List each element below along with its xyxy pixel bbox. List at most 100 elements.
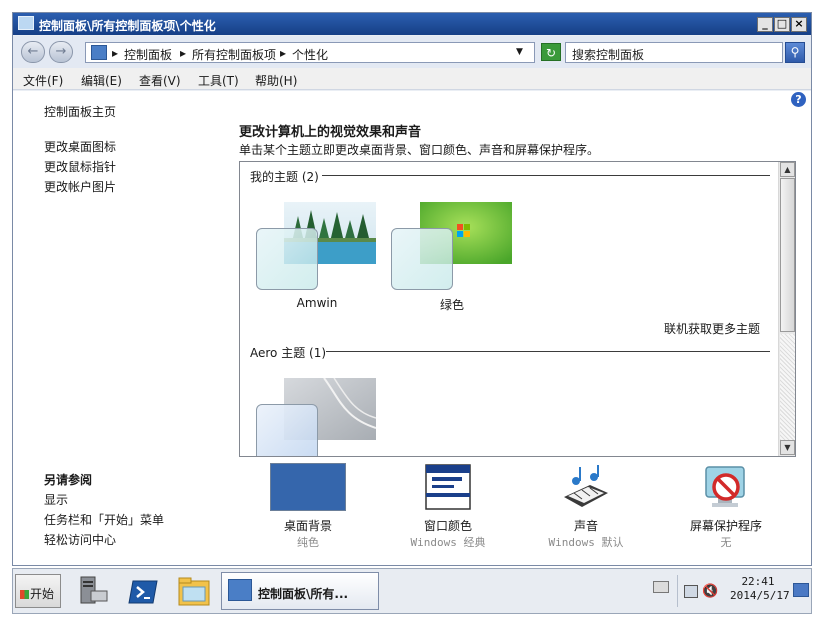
forward-arrow-icon: → xyxy=(55,44,67,59)
change-account-picture-link[interactable]: 更改帐户图片 xyxy=(44,178,116,195)
sounds-setting[interactable]: 声音 Windows 默认 xyxy=(526,463,646,550)
scroll-thumb[interactable] xyxy=(780,178,795,332)
breadcrumb-all-items[interactable]: 所有控制面板项 xyxy=(192,46,276,63)
breadcrumb-control-panel[interactable]: 控制面板 xyxy=(124,46,172,63)
menu-help[interactable]: 帮助(H) xyxy=(255,72,297,89)
desktop-background-label: 桌面背景 xyxy=(283,519,332,533)
control-panel-icon xyxy=(228,579,252,601)
taskbar-task-control-panel[interactable]: 控制面板\所有... xyxy=(221,572,379,610)
address-toolbar: ← → ▸ 控制面板 ▸ 所有控制面板项 ▸ 个性化 ▼ ↻ 搜索控制面板 ⚲ xyxy=(13,36,811,68)
desktop-background-value: 纯色 xyxy=(297,536,319,549)
start-label: 开始 xyxy=(30,587,55,601)
explorer-button[interactable] xyxy=(177,573,211,609)
theme-green-name: 绿色 xyxy=(439,298,464,312)
sounds-value: Windows 默认 xyxy=(548,536,624,549)
menu-bar: 文件(F) 编辑(E) 查看(V) 工具(T) 帮助(H) xyxy=(13,68,811,90)
server-manager-button[interactable] xyxy=(77,573,111,609)
search-input[interactable]: 搜索控制面板 xyxy=(565,42,783,63)
address-dropdown-icon[interactable]: ▼ xyxy=(516,47,523,57)
refresh-icon: ↻ xyxy=(545,46,557,60)
my-themes-header[interactable]: 我的主题 (2) xyxy=(250,168,319,185)
desktop-background-swatch xyxy=(270,463,346,511)
scroll-up-button[interactable]: ▲ xyxy=(780,162,795,177)
aero-themes-header[interactable]: Aero 主题 (1) xyxy=(250,344,326,361)
clock[interactable]: 22:41 2014/5/17 xyxy=(730,575,790,603)
address-bar[interactable]: ▸ 控制面板 ▸ 所有控制面板项 ▸ 个性化 ▼ xyxy=(85,42,535,63)
clock-date: 2014/5/17 xyxy=(730,589,790,602)
control-panel-home-link[interactable]: 控制面板主页 xyxy=(44,103,116,120)
help-button[interactable]: ? xyxy=(791,92,806,107)
see-also-heading: 另请参阅 xyxy=(44,473,93,487)
screensaver-setting[interactable]: 屏幕保护程序 无 xyxy=(666,463,786,550)
control-panel-icon xyxy=(91,45,107,60)
forward-button[interactable]: → xyxy=(49,41,73,63)
screensaver-label: 屏幕保护程序 xyxy=(689,519,762,533)
change-desktop-icons-link[interactable]: 更改桌面图标 xyxy=(44,138,116,155)
help-icon: ? xyxy=(795,93,802,106)
scroll-down-button[interactable]: ▼ xyxy=(780,440,795,455)
maximize-button[interactable]: □ xyxy=(774,17,790,32)
title-bar[interactable]: 控制面板\所有控制面板项\个性化 _ □ × xyxy=(13,13,811,35)
sound-icon xyxy=(560,463,612,511)
network-icon[interactable] xyxy=(684,585,698,598)
windows-flag-icon xyxy=(20,590,29,599)
window-color-icon xyxy=(424,463,472,511)
content-area: 控制面板主页 更改桌面图标 更改鼠标指针 更改帐户图片 另请参阅 显示 任务栏和… xyxy=(13,91,811,565)
menu-tools[interactable]: 工具(T) xyxy=(198,72,239,89)
task-pane: 控制面板主页 更改桌面图标 更改鼠标指针 更改帐户图片 另请参阅 显示 任务栏和… xyxy=(13,91,213,565)
window-color-value: Windows 经典 xyxy=(410,536,486,549)
control-panel-window: 控制面板\所有控制面板项\个性化 _ □ × ← → ▸ 控制面板 ▸ 所有控制面板… xyxy=(12,12,812,566)
explorer-folder-icon xyxy=(178,577,210,606)
show-desktop-icon[interactable] xyxy=(793,583,809,597)
theme-list-scrollbar[interactable]: ▲ ▼ xyxy=(778,162,795,456)
change-mouse-pointers-link[interactable]: 更改鼠标指针 xyxy=(44,158,116,175)
search-icon: ⚲ xyxy=(790,45,800,59)
taskbar: 开始 控制面板\所有... 🔇 22:41 2014/5/17 xyxy=(12,568,812,614)
group-divider xyxy=(322,175,770,176)
theme-green-window-preview xyxy=(391,228,453,290)
sounds-label: 声音 xyxy=(573,519,598,533)
display-link[interactable]: 显示 xyxy=(44,491,68,508)
back-button[interactable]: ← xyxy=(21,41,45,63)
theme-amwin-name: Amwin xyxy=(296,296,338,310)
get-more-themes-link[interactable]: 联机获取更多主题 xyxy=(664,320,760,337)
page-subtitle: 单击某个主题立即更改桌面背景、窗口颜色、声音和屏幕保护程序。 xyxy=(239,143,600,157)
search-button[interactable]: ⚲ xyxy=(785,42,805,63)
minimize-button[interactable]: _ xyxy=(757,17,773,32)
task-label: 控制面板\所有... xyxy=(258,587,349,601)
page-title: 更改计算机上的视觉效果和声音 xyxy=(239,125,422,140)
window-controls: _ □ × xyxy=(756,16,807,32)
window-title: 控制面板\所有控制面板项\个性化 xyxy=(39,19,216,33)
scroll-track[interactable] xyxy=(780,334,795,440)
desktop-background-setting[interactable]: 桌面背景 纯色 xyxy=(248,463,368,550)
menu-view[interactable]: 查看(V) xyxy=(139,72,181,89)
taskbar-start-menu-link[interactable]: 任务栏和「开始」菜单 xyxy=(44,511,164,528)
menu-file[interactable]: 文件(F) xyxy=(23,72,63,89)
theme-amwin-window-preview xyxy=(256,228,318,290)
breadcrumb-separator[interactable]: ▸ xyxy=(112,46,118,60)
theme-list: 我的主题 (2) Amwin 绿色 联机获取更多主题 Aero 主题 (1) ▲… xyxy=(239,161,796,457)
theme-aero-window-preview xyxy=(256,404,318,456)
volume-icon[interactable]: 🔇 xyxy=(702,584,718,599)
server-manager-icon xyxy=(80,576,108,604)
window-color-label: 窗口颜色 xyxy=(423,519,472,533)
clock-time: 22:41 xyxy=(741,575,775,588)
screensaver-icon xyxy=(702,463,750,511)
breadcrumb-separator[interactable]: ▸ xyxy=(280,46,286,60)
close-button[interactable]: × xyxy=(791,17,807,32)
menu-edit[interactable]: 编辑(E) xyxy=(81,72,122,89)
back-arrow-icon: ← xyxy=(27,44,39,59)
start-button[interactable]: 开始 xyxy=(15,574,61,608)
group-divider xyxy=(326,351,770,352)
keyboard-icon[interactable] xyxy=(653,581,669,593)
breadcrumb-separator[interactable]: ▸ xyxy=(180,46,186,60)
breadcrumb-personalization[interactable]: 个性化 xyxy=(292,46,328,63)
control-panel-icon xyxy=(18,16,34,30)
window-color-setting[interactable]: 窗口颜色 Windows 经典 xyxy=(388,463,508,550)
screensaver-value: 无 xyxy=(720,536,732,549)
powershell-button[interactable] xyxy=(127,573,161,609)
notification-area: 🔇 22:41 2014/5/17 xyxy=(677,575,790,607)
powershell-icon xyxy=(128,580,158,604)
ease-of-access-link[interactable]: 轻松访问中心 xyxy=(44,531,116,548)
refresh-button[interactable]: ↻ xyxy=(541,43,561,61)
